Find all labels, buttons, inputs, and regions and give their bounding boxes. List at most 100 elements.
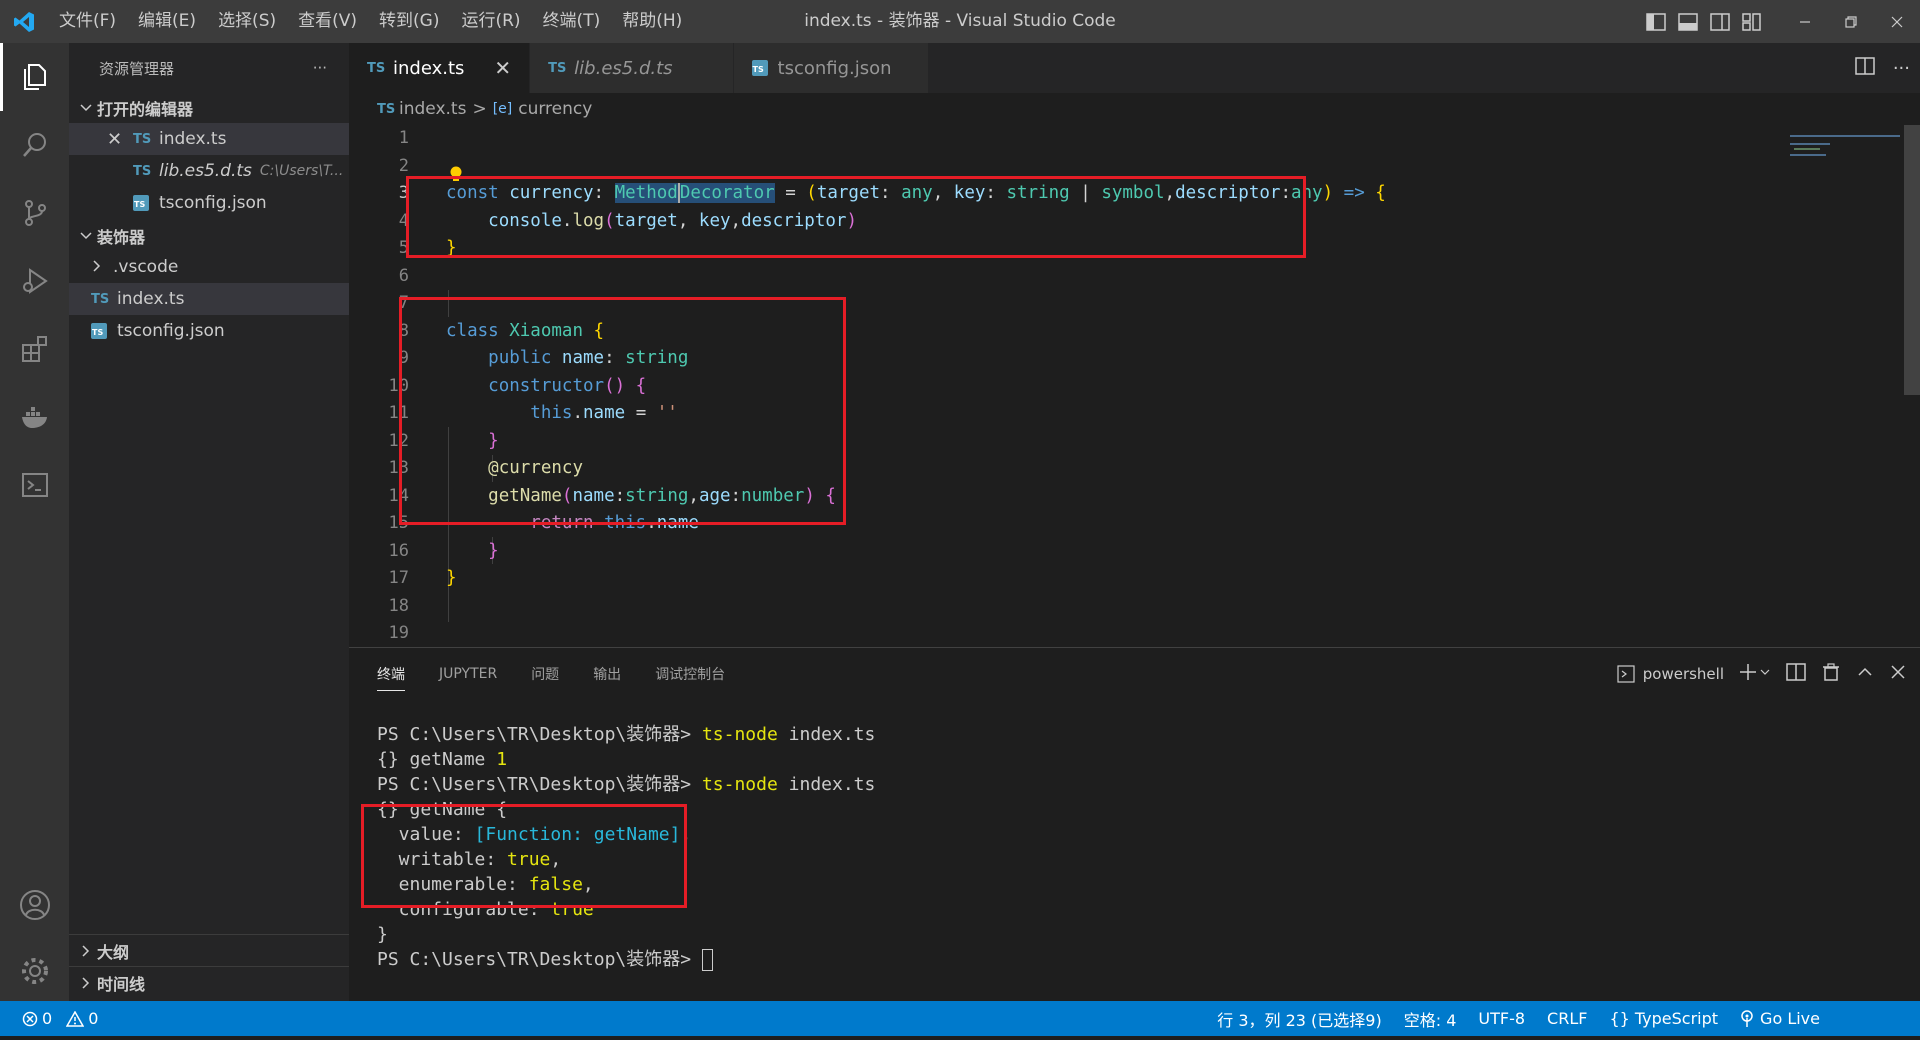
explorer-more-icon[interactable]: ··· — [313, 59, 327, 77]
ts-file-icon: TS — [548, 60, 567, 76]
file-path-hint: C:\Users\T... — [259, 163, 344, 179]
tsconfig-file-icon — [751, 60, 768, 76]
split-terminal-icon[interactable] — [1786, 663, 1806, 685]
chevron-down-icon — [75, 104, 97, 112]
line-number: 4 — [398, 210, 409, 231]
window-bottom-edge — [0, 1036, 1920, 1040]
line-number: 16 — [388, 540, 409, 561]
restore-icon[interactable] — [1828, 0, 1874, 43]
close-panel-icon[interactable] — [1890, 664, 1906, 684]
encoding-setting[interactable]: UTF-8 — [1478, 1009, 1525, 1028]
toggle-panel-icon[interactable] — [1672, 0, 1704, 43]
outline-label: 大纲 — [97, 942, 130, 962]
code-editor[interactable]: 1 2 3 4 5 6 7 8 9 10 11 12 13 14 15 16 1… — [349, 125, 1920, 647]
tab-lib-es5[interactable]: TS lib.es5.d.ts — [530, 43, 734, 93]
minimap[interactable] — [1790, 135, 1900, 175]
menu-terminal[interactable]: 终端(T) — [532, 0, 612, 43]
tsconfig-file-icon — [91, 323, 107, 339]
tab-terminal[interactable]: 终端 — [377, 658, 405, 691]
accounts-icon[interactable] — [0, 871, 69, 939]
language-mode[interactable]: {} TypeScript — [1609, 1009, 1718, 1028]
explorer-header: 资源管理器 ··· — [69, 43, 349, 93]
menu-run[interactable]: 运行(R) — [450, 0, 531, 43]
menu-go[interactable]: 转到(G) — [368, 0, 450, 43]
file-item-index[interactable]: TS index.ts — [69, 283, 349, 315]
open-editor-item[interactable]: ✕ TS index.ts — [69, 123, 349, 155]
folder-name: .vscode — [113, 257, 179, 277]
breadcrumb-file[interactable]: index.ts — [399, 99, 466, 119]
close-window-icon[interactable] — [1874, 0, 1920, 43]
file-name: lib.es5.d.ts — [159, 161, 252, 181]
tab-label: index.ts — [393, 57, 465, 79]
toggle-primary-sidebar-icon[interactable] — [1640, 0, 1672, 43]
more-actions-icon[interactable]: ··· — [1893, 58, 1910, 79]
menu-bar: 文件(F) 编辑(E) 选择(S) 查看(V) 转到(G) 运行(R) 终端(T… — [48, 0, 693, 43]
trash-icon[interactable] — [1822, 663, 1840, 685]
close-icon[interactable]: ✕ — [107, 129, 133, 150]
indentation-setting[interactable]: 空格: 4 — [1404, 1007, 1457, 1031]
terminal-cursor — [701, 949, 713, 971]
tab-index-ts[interactable]: TS index.ts ✕ — [349, 43, 531, 93]
problems-status[interactable]: 0 0 — [0, 1009, 98, 1028]
menu-view[interactable]: 查看(V) — [287, 0, 368, 43]
open-editor-item[interactable]: tsconfig.json — [69, 187, 349, 219]
tab-output[interactable]: 输出 — [593, 658, 621, 690]
menu-edit[interactable]: 编辑(E) — [127, 0, 207, 43]
terminal-view-icon[interactable] — [0, 451, 69, 519]
add-terminal-icon[interactable] — [1740, 663, 1770, 685]
toggle-secondary-sidebar-icon[interactable] — [1704, 0, 1736, 43]
source-control-icon[interactable] — [0, 179, 69, 247]
docker-icon[interactable] — [0, 383, 69, 451]
bottom-panel: 终端 JUPYTER 问题 输出 调试控制台 powershell PS C:\… — [349, 647, 1920, 1001]
chevron-down-icon — [75, 232, 97, 240]
timeline-section[interactable]: 时间线 — [69, 966, 349, 998]
line-number: 3 — [398, 183, 409, 203]
open-editors-header[interactable]: 打开的编辑器 — [69, 93, 349, 123]
line-number: 6 — [398, 265, 409, 286]
maximize-panel-icon[interactable] — [1856, 663, 1874, 685]
outline-section[interactable]: 大纲 — [69, 934, 349, 966]
explorer-sidebar: 资源管理器 ··· 打开的编辑器 ✕ TS index.ts TS lib.es… — [69, 43, 349, 1001]
variable-symbol-icon: [e] — [492, 101, 513, 117]
search-icon[interactable] — [0, 111, 69, 179]
tab-problems[interactable]: 问题 — [531, 658, 559, 690]
menu-file[interactable]: 文件(F) — [48, 0, 127, 43]
breadcrumb-symbol[interactable]: currency — [518, 99, 592, 119]
terminal-line: PS C:\Users\TR\Desktop\装饰器> ts-node inde… — [377, 774, 876, 795]
line-number: 5 — [398, 238, 409, 258]
code-line: } — [488, 540, 499, 561]
error-icon — [22, 1011, 38, 1026]
tab-tsconfig[interactable]: tsconfig.json — [733, 43, 929, 93]
go-live-button[interactable]: Go Live — [1740, 1009, 1820, 1028]
warning-count: 0 — [88, 1009, 99, 1028]
extensions-icon[interactable] — [0, 315, 69, 383]
open-editor-item[interactable]: TS lib.es5.d.ts C:\Users\T... — [69, 155, 349, 187]
manage-gear-icon[interactable] — [0, 937, 69, 1005]
customize-layout-icon[interactable] — [1736, 0, 1768, 43]
tsconfig-file-icon — [133, 195, 149, 211]
breadcrumb: TS index.ts > [e] currency — [349, 93, 1920, 125]
folder-item-vscode[interactable]: .vscode — [69, 251, 349, 283]
tab-debug-console[interactable]: 调试控制台 — [655, 658, 725, 690]
run-debug-icon[interactable] — [0, 247, 69, 315]
file-item-tsconfig[interactable]: tsconfig.json — [69, 315, 349, 347]
tab-jupyter[interactable]: JUPYTER — [439, 660, 497, 688]
ts-file-icon: TS — [133, 163, 152, 179]
editor-area: TS index.ts ✕ TS lib.es5.d.ts tsconfig.j… — [349, 43, 1920, 647]
close-icon[interactable]: ✕ — [494, 56, 511, 80]
menu-selection[interactable]: 选择(S) — [207, 0, 287, 43]
cursor-position[interactable]: 行 3，列 23 (已选择9) — [1217, 1007, 1381, 1031]
folder-header[interactable]: 装饰器 — [69, 221, 349, 251]
ts-file-icon: TS — [91, 291, 110, 307]
explorer-icon[interactable] — [0, 43, 69, 111]
menu-help[interactable]: 帮助(H) — [611, 0, 693, 43]
file-name: index.ts — [117, 289, 185, 309]
timeline-label: 时间线 — [97, 974, 146, 994]
terminal-shell-selector[interactable]: powershell — [1617, 665, 1724, 683]
split-editor-icon[interactable] — [1855, 57, 1875, 79]
editor-scrollbar[interactable] — [1904, 125, 1920, 395]
ts-file-icon: TS — [377, 101, 396, 117]
minimize-icon[interactable] — [1782, 0, 1828, 43]
eol-setting[interactable]: CRLF — [1547, 1009, 1587, 1028]
